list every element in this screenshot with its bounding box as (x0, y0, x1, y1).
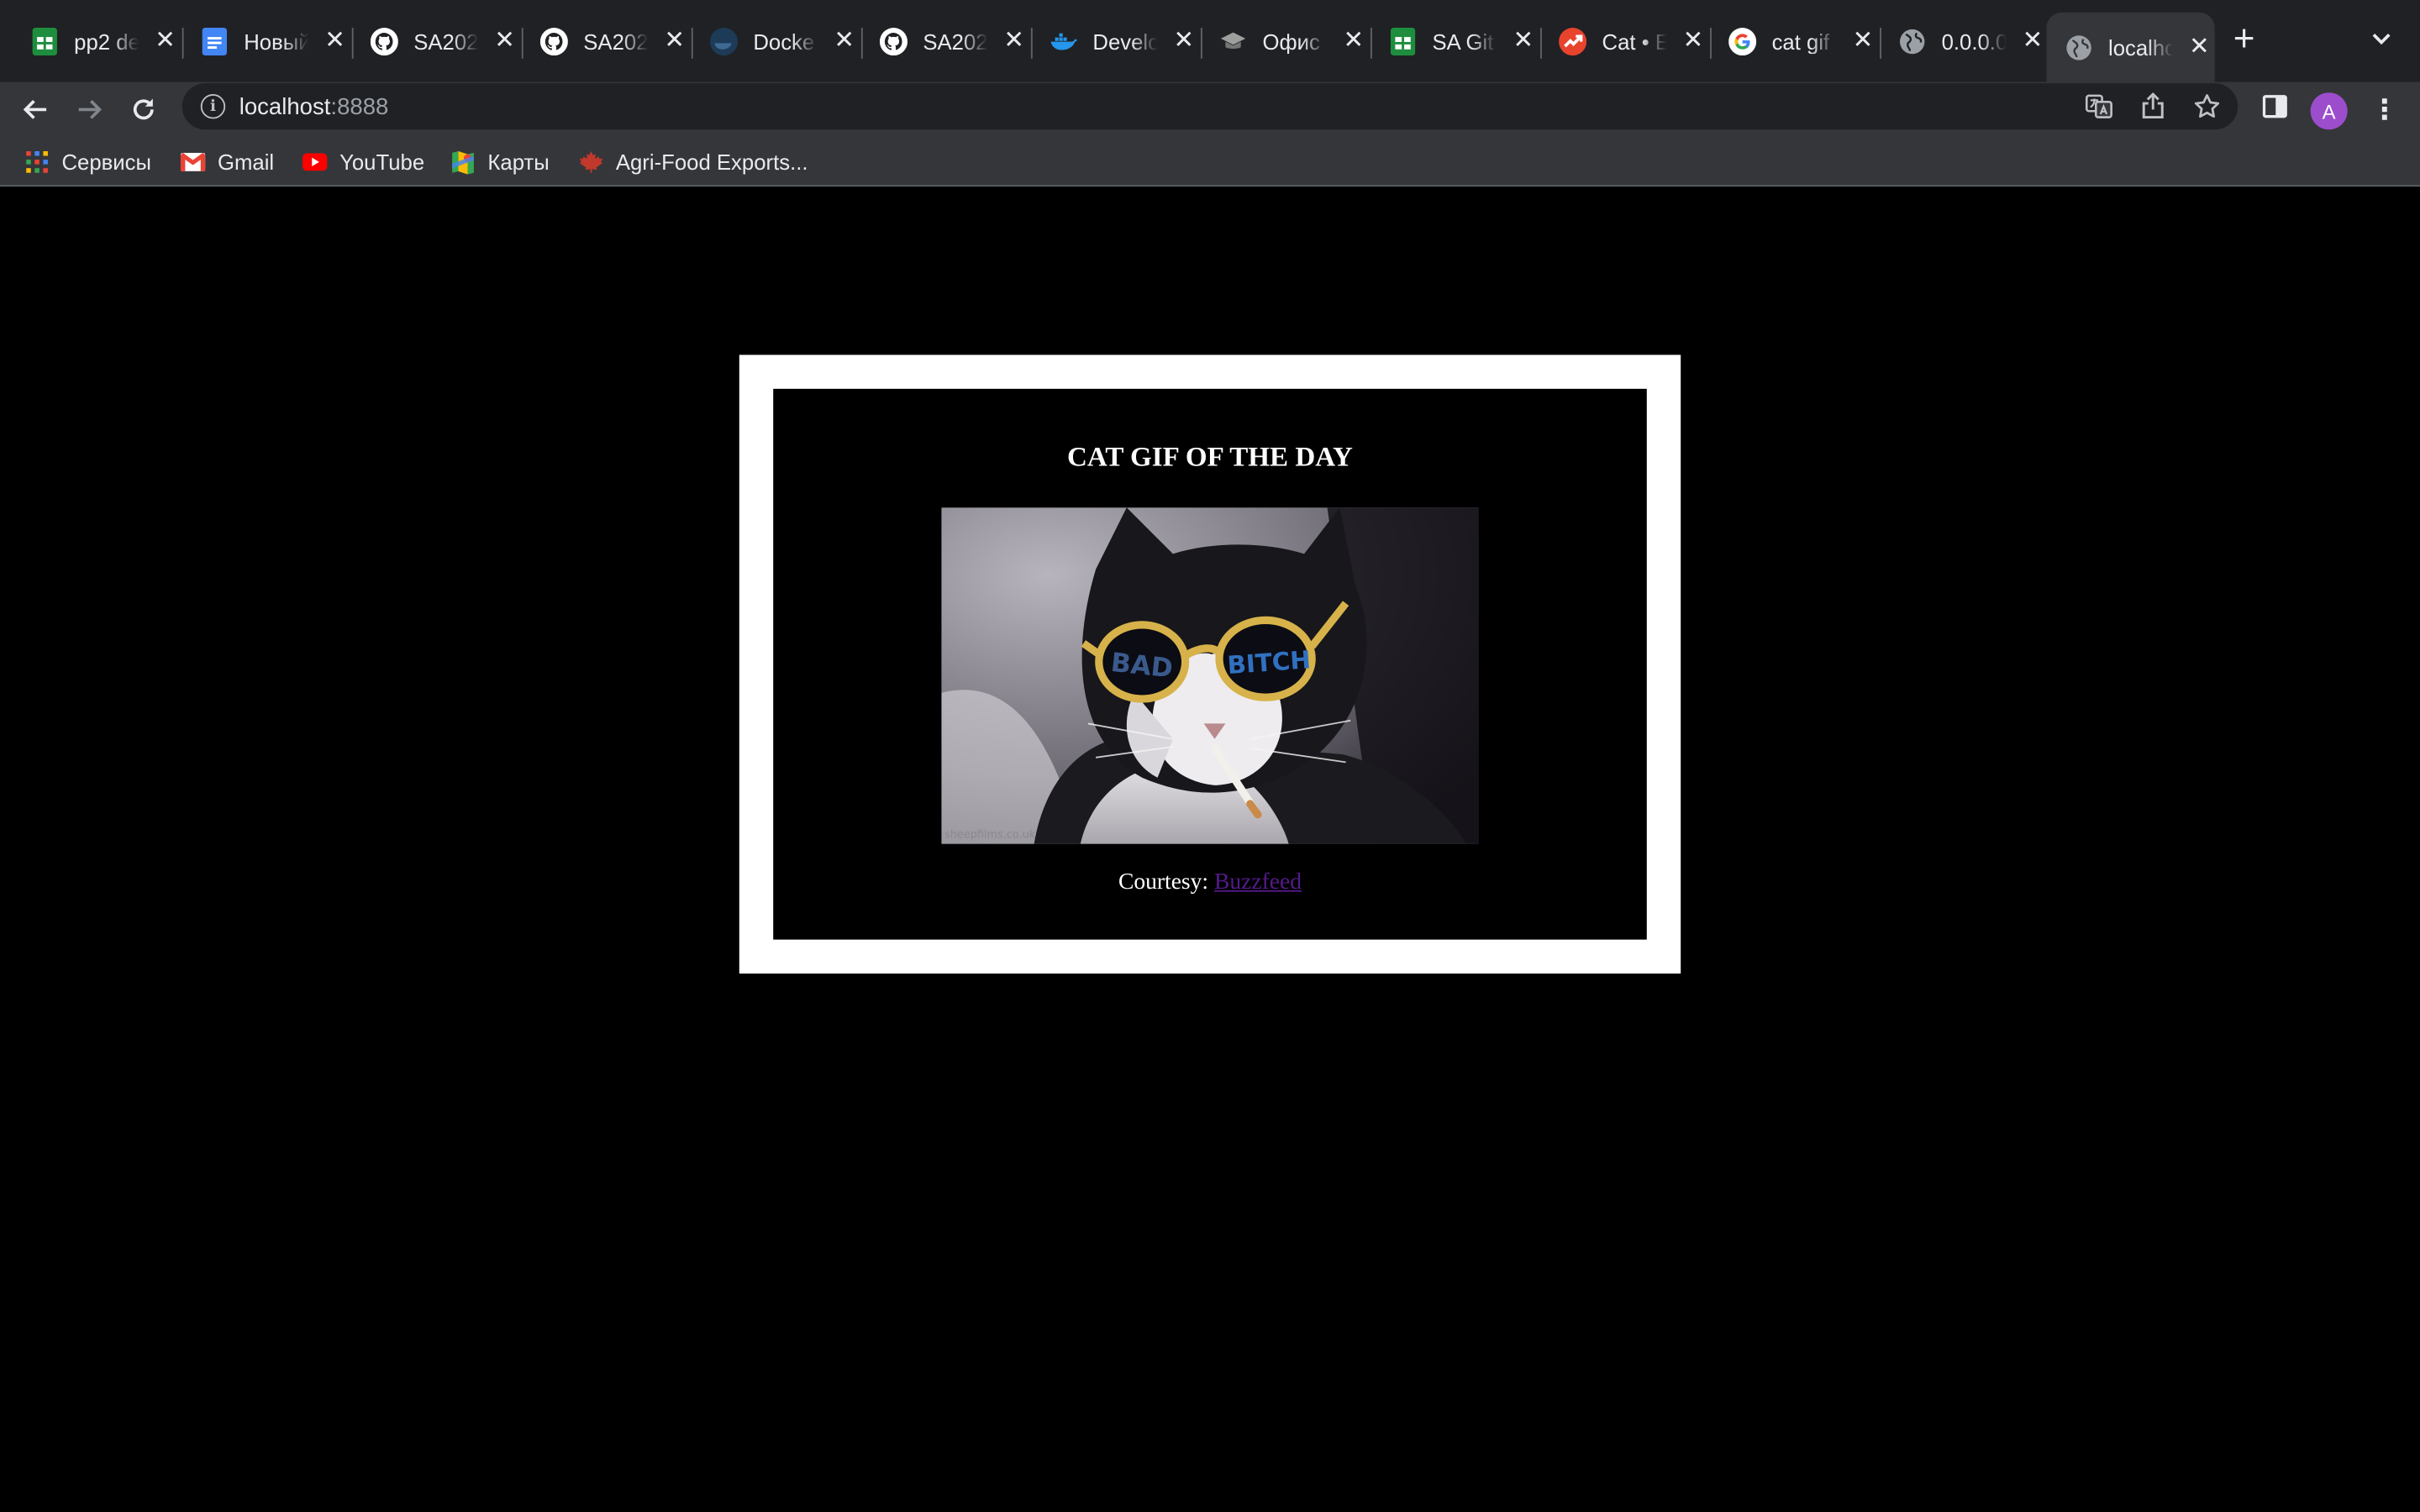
bookmark-maps[interactable]: Карты (450, 144, 550, 181)
gmail-icon (180, 150, 206, 174)
translate-icon[interactable] (2085, 92, 2112, 120)
white-frame: CAT GIF OF THE DAY BAD BITCH sheepfilms.… (739, 354, 1681, 974)
trending-icon (1559, 27, 1587, 55)
tab-6[interactable]: SA202 ✕ (861, 13, 1033, 70)
globe-icon (2065, 33, 2093, 60)
bookmark-label: Сервисы (61, 150, 152, 175)
graduation-cap-icon (1219, 27, 1247, 55)
github-icon (370, 27, 398, 55)
tab-title: SA Git (1432, 28, 1494, 54)
close-icon[interactable]: ✕ (1512, 28, 1534, 53)
youtube-icon (302, 150, 328, 174)
tab-13-active[interactable]: localhost ✕ (2046, 12, 2215, 82)
tab-title: Docke (753, 28, 815, 54)
profile-avatar[interactable]: A (2310, 92, 2348, 130)
buzzfeed-link[interactable]: Buzzfeed (1214, 870, 1302, 895)
bookmark-star-icon[interactable] (2193, 92, 2221, 120)
tab-title: 0.0.0.0 (1941, 28, 2007, 54)
content-panel: CAT GIF OF THE DAY BAD BITCH sheepfilms.… (773, 388, 1647, 940)
tab-2[interactable]: Новый ✕ (182, 13, 354, 70)
globe-icon (1898, 27, 1926, 55)
url-host: localhost (239, 93, 331, 120)
tab-title: Cat • E (1602, 28, 1667, 54)
close-icon[interactable]: ✕ (2022, 28, 2044, 53)
watermark-text: sheepfilms.co.uk (944, 828, 1036, 841)
close-icon[interactable]: ✕ (1852, 28, 1874, 53)
page-content: CAT GIF OF THE DAY BAD BITCH sheepfilms.… (0, 186, 2420, 1512)
tab-1[interactable]: pp2 de ✕ (13, 13, 184, 70)
courtesy-label: Courtesy: (1118, 869, 1209, 895)
close-icon[interactable]: ✕ (1682, 28, 1704, 53)
share-icon[interactable] (2139, 92, 2167, 120)
reload-button[interactable] (125, 91, 162, 128)
close-icon[interactable]: ✕ (664, 28, 686, 53)
bookmark-label: Agri-Food Exports... (615, 150, 808, 175)
bookmark-label: Gmail (217, 150, 275, 175)
bookmark-label: Карты (487, 150, 550, 175)
close-icon[interactable]: ✕ (1343, 28, 1365, 53)
browser-window: pp2 de ✕ Новый ✕ SA202 ✕ SA202 ✕ Docke ✕ (0, 0, 2420, 1512)
url-text[interactable]: localhost:8888 (239, 93, 389, 119)
docker-dark-icon (709, 27, 738, 55)
tab-title: pp2 de (74, 28, 139, 54)
close-icon[interactable]: ✕ (324, 28, 346, 53)
apps-grid-icon (24, 150, 49, 174)
maple-leaf-icon (579, 150, 603, 174)
tab-title: SA202 (923, 28, 988, 54)
tab-3[interactable]: SA202 ✕ (352, 13, 523, 70)
new-tab-button[interactable]: + (2233, 21, 2255, 59)
github-icon (539, 27, 568, 55)
address-bar[interactable]: i localhost:8888 (182, 83, 2238, 130)
tab-title: SA202 (413, 28, 479, 54)
tab-11[interactable]: cat gif ✕ (1710, 13, 1881, 70)
page-title: CAT GIF OF THE DAY (1067, 441, 1353, 473)
google-icon (1728, 27, 1757, 55)
bookmark-youtube[interactable]: YouTube (302, 144, 424, 181)
tab-title: Develo (1092, 28, 1158, 54)
close-icon[interactable]: ✕ (494, 28, 516, 53)
tab-title: SA202 (583, 28, 649, 54)
bookmark-services[interactable]: Сервисы (24, 144, 151, 181)
tab-title: localhost (2107, 34, 2173, 60)
url-port: :8888 (330, 93, 389, 120)
site-info-icon[interactable]: i (200, 94, 226, 119)
close-icon[interactable]: ✕ (155, 28, 176, 53)
forward-button[interactable] (71, 91, 108, 128)
tab-9[interactable]: SA Git ✕ (1370, 13, 1542, 70)
close-icon[interactable]: ✕ (834, 28, 855, 53)
tab-7[interactable]: Develo ✕ (1031, 13, 1202, 70)
bookmarks-bar: Сервисы Gmail YouTube Карты Agri-Food Ex… (0, 137, 2420, 187)
svg-text:BAD: BAD (1109, 648, 1174, 685)
side-panel-icon[interactable] (2261, 92, 2289, 120)
bookmark-agri-food[interactable]: Agri-Food Exports... (579, 144, 808, 181)
close-icon[interactable]: ✕ (2188, 34, 2210, 59)
svg-text:BITCH: BITCH (1226, 645, 1312, 680)
google-sheets-icon (31, 27, 59, 55)
toolbar: i localhost:8888 A ⋮ (0, 81, 2420, 138)
tab-5[interactable]: Docke ✕ (692, 13, 863, 70)
docker-icon (1050, 27, 1078, 55)
github-icon (879, 27, 908, 55)
google-docs-icon (201, 27, 229, 55)
tab-4[interactable]: SA202 ✕ (522, 13, 693, 70)
tab-strip: pp2 de ✕ Новый ✕ SA202 ✕ SA202 ✕ Docke ✕ (0, 0, 2420, 82)
courtesy-line: Courtesy: Buzzfeed (773, 870, 1647, 896)
tab-search-chevron-icon[interactable] (2370, 28, 2392, 50)
close-icon[interactable]: ✕ (1173, 28, 1195, 53)
tab-12[interactable]: 0.0.0.0 ✕ (1880, 13, 2049, 70)
tab-10[interactable]: Cat • E ✕ (1540, 13, 1712, 70)
bookmark-label: YouTube (339, 150, 425, 175)
tab-title: Офис (1262, 28, 1320, 54)
back-button[interactable] (17, 91, 54, 128)
tab-title: cat gif (1771, 28, 1830, 54)
tab-title: Новый (244, 28, 309, 54)
bookmark-gmail[interactable]: Gmail (180, 144, 275, 181)
cat-gif-image: BAD BITCH sheepfilms.co.uk (941, 507, 1479, 844)
menu-kebab-icon[interactable]: ⋮ (2370, 94, 2398, 125)
google-sheets-icon (1389, 27, 1417, 55)
close-icon[interactable]: ✕ (1003, 28, 1025, 53)
tab-8[interactable]: Офис ✕ (1201, 13, 1372, 70)
maps-icon (450, 150, 475, 175)
